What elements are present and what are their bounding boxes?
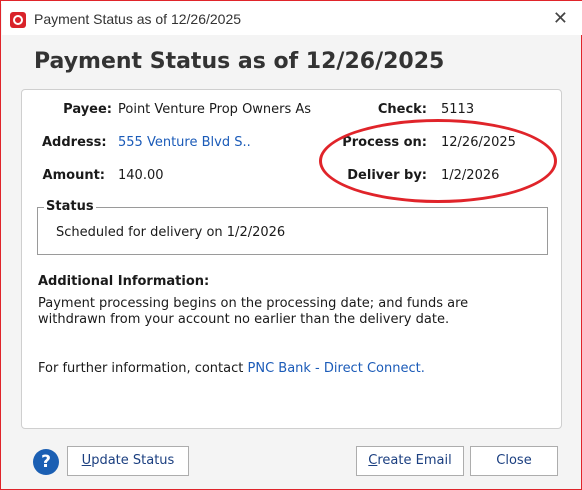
process-on-label: Process on: [342, 135, 427, 150]
additional-info-title: Additional Information: [38, 274, 210, 289]
contact-prefix: For further information, contact [38, 361, 244, 376]
close-button[interactable]: Close [470, 446, 558, 476]
create-email-button[interactable]: Create Email [356, 446, 464, 476]
status-text: Scheduled for delivery on 1/2/2026 [56, 225, 286, 240]
check-value: 5113 [441, 102, 475, 117]
amount-label: Amount: [42, 168, 105, 183]
create-email-label: reate Email [377, 453, 452, 468]
dialog-window: Payment Status as of 12/26/2025 ✕ Paymen… [0, 0, 582, 490]
address-label: Address: [42, 135, 107, 150]
update-status-mnemonic: U [81, 453, 92, 468]
address-link[interactable]: 555 Venture Blvd S.. [118, 135, 251, 150]
amount-value: 140.00 [118, 168, 164, 183]
create-email-mnemonic: C [368, 453, 378, 468]
check-label: Check: [377, 102, 427, 117]
payee-label: Payee: [63, 102, 112, 117]
update-status-label: pdate Status [91, 453, 175, 468]
page-title: Payment Status as of 12/26/2025 [34, 49, 445, 74]
additional-info-text: Payment processing begins on the process… [38, 296, 469, 327]
details-panel: Payee: Point Venture Prop Owners As Addr… [21, 89, 562, 429]
deliver-by-label: Deliver by: [347, 168, 427, 183]
payee-value: Point Venture Prop Owners As [118, 102, 312, 117]
update-status-button[interactable]: Update Status [67, 446, 189, 476]
status-legend: Status [44, 199, 96, 214]
app-icon [10, 12, 26, 28]
status-group: Status Scheduled for delivery on 1/2/202… [37, 199, 548, 255]
bank-contact-link[interactable]: PNC Bank - Direct Connect. [248, 361, 425, 376]
title-bar: Payment Status as of 12/26/2025 ✕ [2, 4, 582, 35]
deliver-by-value: 1/2/2026 [441, 168, 500, 183]
close-icon[interactable]: ✕ [553, 10, 568, 28]
process-on-value: 12/26/2025 [441, 135, 516, 150]
help-icon[interactable]: ? [33, 449, 59, 475]
window-title: Payment Status as of 12/26/2025 [34, 11, 242, 27]
contact-line: For further information, contact PNC Ban… [38, 361, 425, 376]
